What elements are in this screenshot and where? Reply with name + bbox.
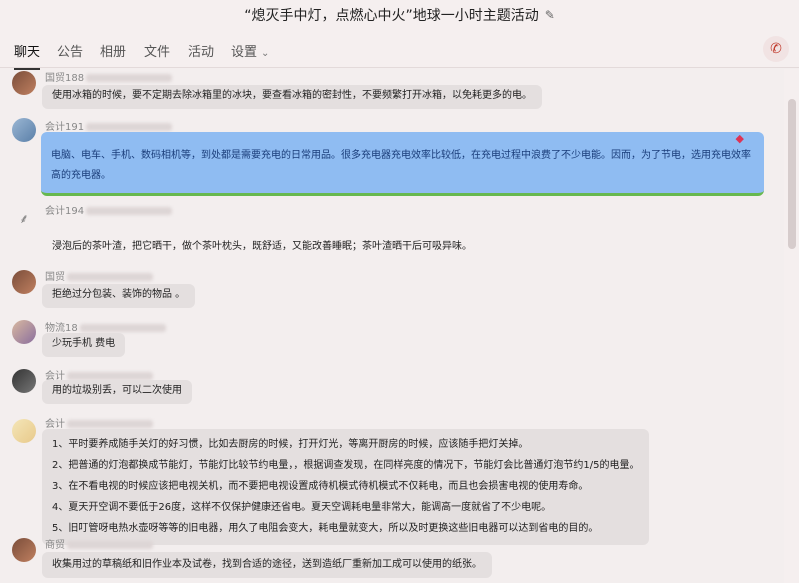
redacted-id [67,541,153,549]
message-bubble: 电脑、电车、手机、数码相机等，到处都是需要充电的日常用品。很多充电器充电效率比较… [41,132,764,196]
group-title: “熄灭手中灯，点燃心中火”地球一小时主题活动 [244,8,539,24]
message-bubble: 拒绝过分包装、装饰的物品 。 [42,284,196,308]
tab-bar: 聊天 公告 相册 文件 活动 设置 ⌄ ✆ [0,30,799,70]
phone-call-button[interactable]: ✆ [763,36,789,62]
redacted-id [67,372,153,380]
tab-chat[interactable]: 聊天 [14,41,41,70]
kite-icon: ◆ [735,132,744,145]
window-title-bar: “熄灭手中灯，点燃心中火”地球一小时主题活动 ✎ [0,0,799,30]
message-bubble: 1、平时要养成随手关灯的好习惯，比如去厨房的时候，打开灯光，等离开厨房的时候，应… [42,429,650,545]
sender-name: 会计 [45,415,153,430]
avatar[interactable] [12,369,36,393]
avatar[interactable] [12,118,36,142]
sender-name: 国贸 [45,268,153,283]
sender-name: 会计194 [45,202,173,217]
sender-name: 国贸188 [45,69,173,84]
message-line: 1、平时要养成随手关灯的好习惯，比如去厨房的时候，打开灯光，等离开厨房的时候，应… [52,439,529,450]
tab-files[interactable]: 文件 [144,41,170,60]
tab-activity[interactable]: 活动 [188,41,214,60]
sender-name: 商贸 [45,536,153,551]
message-bubble: 少玩手机 费电 [42,333,126,357]
redacted-id [86,123,173,131]
message-bubble: 使用冰箱的时候，要不定期去除冰箱里的冰块，要查看冰箱的密封性，不要频繁打开冰箱，… [42,85,542,109]
message-line: 2、把普通的灯泡都换成节能灯，节能灯比较节约电量，，根据调查发现，在同样亮度的情… [52,460,640,471]
phone-icon: ✆ [770,41,782,57]
scrollbar-thumb[interactable] [788,99,796,249]
avatar[interactable]: ⸙ [12,208,36,232]
redacted-id [67,273,153,281]
redacted-id [86,207,173,215]
message-line: 3、在不看电视的时候应该把电视关机，而不要把电视设置成待机模式待机模式不仅耗电，… [52,481,589,492]
chevron-down-icon: ⌄ [261,48,270,59]
sender-name: 物流18 [45,319,166,334]
message-bubble: 浸泡后的茶叶渣，把它晒干，做个茶叶枕头，既舒适，又能改善睡眠；茶叶渣晒干后可吸异… [52,241,472,252]
avatar[interactable] [12,419,36,443]
message-line: 4、夏天开空调不要低于26度，这样不仅保护健康还省电。夏天空调耗电量非常大，能调… [52,502,552,513]
chat-message-list[interactable]: 国贸188 使用冰箱的时候，要不定期去除冰箱里的冰块，要查看冰箱的密封性，不要频… [0,69,784,583]
tab-settings[interactable]: 设置 ⌄ [231,41,269,60]
tab-announcement[interactable]: 公告 [57,41,83,60]
avatar[interactable] [12,320,36,344]
message-bubble: 收集用过的草稿纸和旧作业本及试卷，找到合适的途径，送到造纸厂重新加工成可以使用的… [42,552,492,578]
tab-settings-label: 设置 [231,45,258,60]
message-bubble: 用的垃圾别丢，可以二次使用 [42,380,192,404]
redacted-id [86,74,173,82]
redacted-id [67,420,153,428]
edit-icon[interactable]: ✎ [545,8,555,22]
avatar[interactable] [12,71,36,95]
sender-name: 会计191 [45,118,173,133]
scrollbar[interactable] [784,69,799,583]
avatar[interactable] [12,270,36,294]
redacted-id [79,324,166,332]
avatar[interactable] [12,538,36,562]
tab-album[interactable]: 相册 [100,41,126,60]
